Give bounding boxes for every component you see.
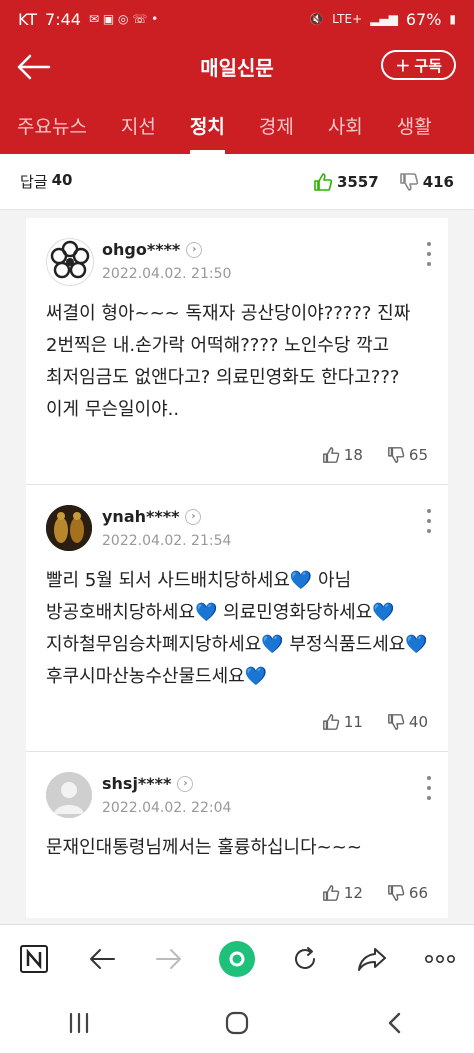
category-tabs: 주요뉴스 지선 정치 경제 사회 생활: [0, 96, 474, 154]
comment-like-count: 12: [343, 884, 363, 902]
app-bar: 매일신문 ＋ 구독: [0, 38, 474, 96]
subscribe-button[interactable]: ＋ 구독: [381, 50, 456, 80]
chevron-right-icon[interactable]: ›: [186, 241, 203, 258]
tab-society[interactable]: 사회: [311, 96, 380, 154]
comment-dislike-count: 65: [408, 446, 428, 464]
comment-like-count: 11: [343, 713, 363, 731]
browser-toolbar: [0, 924, 474, 993]
chevron-right-icon[interactable]: ›: [177, 775, 194, 792]
share-button[interactable]: [350, 937, 394, 981]
thumbs-up-icon: [314, 172, 333, 191]
reply-label: 답글: [20, 173, 48, 191]
thumbs-down-icon: [387, 447, 405, 463]
battery-label: 67%: [405, 9, 442, 29]
more-menu-button[interactable]: [418, 937, 462, 981]
nav-back-icon: [89, 949, 115, 969]
comment-dislike-count: 40: [408, 713, 428, 731]
article-like-button[interactable]: 3557: [313, 172, 379, 192]
more-vert-icon[interactable]: [424, 242, 434, 266]
comment-item: shsj**** › 2022.04.02. 22:04 문재인대통령님께서는 …: [26, 752, 448, 918]
comment-date: 2022.04.02. 21:50: [102, 266, 232, 282]
comment-like-count: 18: [343, 446, 363, 464]
home-button[interactable]: [207, 1003, 267, 1043]
refresh-icon: [294, 947, 315, 969]
thumbs-down-icon: [387, 885, 405, 901]
avatar[interactable]: [46, 772, 92, 818]
comment-dislike-button[interactable]: 65: [387, 446, 428, 464]
comment-username[interactable]: ynah****: [102, 507, 179, 526]
comment-username[interactable]: ohgo****: [102, 240, 180, 259]
photo-avatar-icon: [46, 505, 92, 551]
more-horiz-icon: [425, 954, 456, 964]
naver-home-button[interactable]: [12, 937, 56, 981]
subscribe-label: 구독: [414, 56, 442, 75]
system-back-button[interactable]: [365, 1003, 425, 1043]
tab-life[interactable]: 생활: [380, 96, 449, 154]
mute-icon: 🔇: [309, 12, 325, 26]
comment-text: 문재인대통령님께서는 훌륭하십니다~~~: [46, 837, 362, 858]
article-dislike-count: 416: [422, 172, 454, 191]
article-dislike-button[interactable]: 416: [399, 172, 454, 192]
comment-date: 2022.04.02. 21:54: [102, 533, 232, 549]
home-icon: [225, 1011, 249, 1034]
share-icon: [358, 948, 387, 971]
tab-economy[interactable]: 경제: [242, 96, 311, 154]
chevron-right-icon[interactable]: ›: [185, 508, 202, 525]
carrier-label: KT: [18, 9, 38, 29]
clock: 7:44: [45, 9, 81, 29]
tab-main-news[interactable]: 주요뉴스: [0, 96, 104, 154]
comment-list: ohgo**** › 2022.04.02. 21:50 써결이 형아~~~ 독…: [26, 218, 448, 918]
comment-text: 빨리 5월 되서 사드배치당하세요💙 아님 방공호배치당하세요💙 의료민영화당하…: [46, 570, 428, 687]
default-user-icon: [46, 772, 92, 818]
comment-like-button[interactable]: 12: [322, 884, 363, 902]
reply-summary-bar: 답글 40 3557 416: [0, 154, 474, 210]
reply-count: 40: [51, 171, 73, 189]
thumbs-down-icon: [399, 172, 418, 191]
refresh-button[interactable]: [283, 937, 327, 981]
comment-item: ynah**** › 2022.04.02. 21:54 빨리 5월 되서 사드…: [26, 485, 448, 752]
tab-politics[interactable]: 정치: [173, 96, 242, 154]
green-home-icon: [218, 941, 255, 977]
recent-apps-button[interactable]: [49, 1003, 109, 1043]
battery-icon: ▮: [449, 12, 456, 26]
status-bar: KT 7:44 ✉ ▣ ◎ ☏ • 🔇 LTE+ ▂▄▆ 67% ▮: [0, 0, 474, 38]
green-dot-button[interactable]: [215, 937, 259, 981]
comment-like-button[interactable]: 11: [322, 713, 363, 731]
notification-icons: ✉ ▣ ◎ ☏ •: [88, 12, 159, 26]
comment-dislike-button[interactable]: 66: [387, 884, 428, 902]
back-button[interactable]: [16, 52, 52, 82]
recent-apps-icon: [69, 1012, 89, 1033]
naver-n-icon: [19, 945, 48, 973]
comment-username[interactable]: shsj****: [102, 774, 171, 793]
comment-date: 2022.04.02. 22:04: [102, 800, 232, 816]
avatar[interactable]: [46, 505, 92, 551]
comment-text: 써결이 형아~~~ 독재자 공산당이야????? 진짜 2번찍은 내.손가락 어…: [46, 303, 411, 420]
signal-icon: ▂▄▆: [370, 12, 398, 26]
more-vert-icon[interactable]: [424, 509, 434, 533]
thumbs-up-icon: [322, 885, 340, 901]
comment-dislike-count: 66: [408, 884, 428, 902]
nav-forward-icon: [156, 949, 182, 969]
thumbs-up-icon: [322, 447, 340, 463]
article-like-count: 3557: [336, 172, 379, 191]
avatar[interactable]: [46, 238, 94, 286]
thumbs-down-icon: [387, 714, 405, 730]
system-back-icon: [388, 1012, 401, 1033]
comment-like-button[interactable]: 18: [322, 446, 363, 464]
more-vert-icon[interactable]: [424, 776, 434, 800]
comment-item: ohgo**** › 2022.04.02. 21:50 써결이 형아~~~ 독…: [26, 218, 448, 485]
comment-dislike-button[interactable]: 40: [387, 713, 428, 731]
forward-nav-button[interactable]: [147, 937, 191, 981]
tab-local-election[interactable]: 지선: [104, 96, 173, 154]
flower-avatar-icon: [49, 240, 91, 283]
thumbs-up-icon: [322, 714, 340, 730]
network-label: LTE+: [332, 12, 363, 26]
plus-icon: ＋: [395, 56, 411, 75]
back-nav-button[interactable]: [80, 937, 124, 981]
back-arrow-icon: [17, 54, 51, 80]
system-nav-bar: [0, 992, 474, 1053]
